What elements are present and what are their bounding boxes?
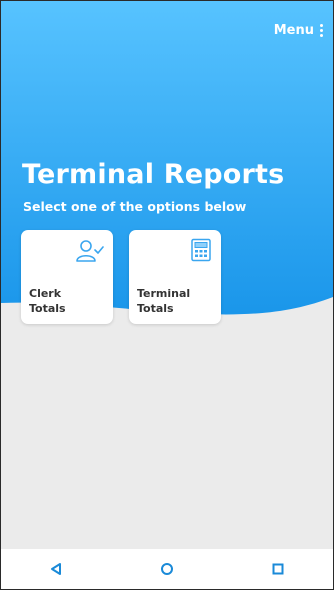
menu-button[interactable]: Menu [274,23,323,38]
page-subtitle: Select one of the options below [23,199,247,214]
clerk-totals-line2: Totals [29,302,66,315]
kebab-vertical-icon [320,24,323,37]
square-recents-icon [272,563,284,575]
nav-recents-button[interactable] [258,554,298,584]
terminal-totals-line1: Terminal [137,287,191,300]
nav-back-button[interactable] [36,554,76,584]
terminal-totals-line2: Totals [137,302,174,315]
menu-label: Menu [273,23,314,38]
terminal-totals-label: Terminal Totals [137,286,190,316]
app-screen: Menu Terminal Reports Select one of the … [0,0,334,590]
triangle-back-icon [51,563,62,575]
system-navigation-bar [1,549,333,589]
calculator-icon [190,238,212,266]
clerk-totals-card[interactable]: Clerk Totals [21,230,113,324]
terminal-totals-card[interactable]: Terminal Totals [129,230,221,324]
page-title: Terminal Reports [22,159,285,190]
circle-home-icon [160,563,173,575]
clerk-totals-label: Clerk Totals [29,286,66,316]
clerk-totals-line1: Clerk [29,287,62,300]
nav-home-button[interactable] [147,554,187,584]
user-check-icon [74,238,104,268]
